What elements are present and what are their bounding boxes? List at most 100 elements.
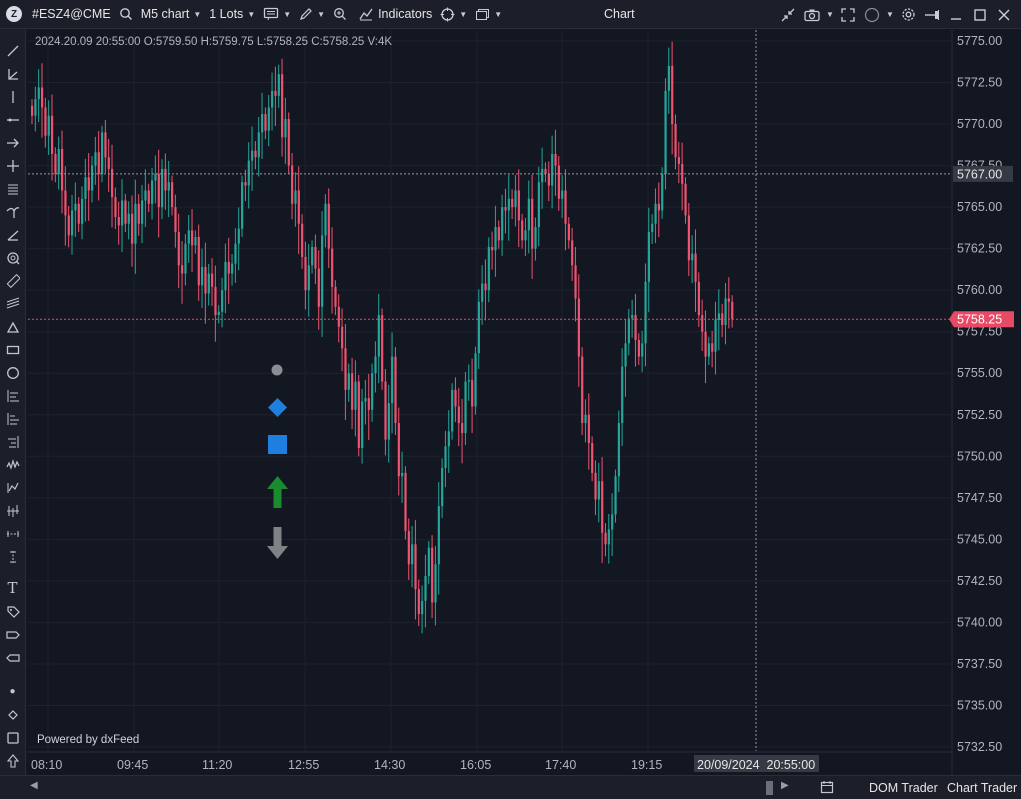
candle-body bbox=[271, 90, 274, 108]
candle-body bbox=[291, 165, 294, 204]
candle-body bbox=[161, 168, 164, 208]
price-tick-label: 5732.50 bbox=[957, 740, 1002, 754]
candle-body bbox=[704, 331, 707, 357]
candle-body bbox=[707, 343, 711, 357]
candle-body bbox=[487, 246, 490, 291]
candle-body bbox=[694, 253, 697, 282]
candle-body bbox=[417, 589, 420, 615]
scrollbar-thumb[interactable] bbox=[766, 781, 773, 795]
candle-body bbox=[334, 286, 337, 307]
candle-body bbox=[207, 273, 210, 294]
candle-body bbox=[607, 529, 610, 545]
candle-body bbox=[41, 87, 44, 108]
candle-body bbox=[117, 217, 120, 226]
candles bbox=[31, 41, 734, 634]
candle-body bbox=[367, 398, 370, 410]
candle-body bbox=[661, 173, 664, 211]
price-tick-label: 5735.00 bbox=[957, 698, 1002, 712]
square-marker[interactable] bbox=[268, 435, 287, 459]
candle-body bbox=[537, 182, 540, 228]
candle-body bbox=[241, 182, 244, 229]
candle-body bbox=[174, 207, 177, 233]
powered-by-label: Powered by dxFeed bbox=[37, 734, 140, 746]
price-tick-label: 5742.50 bbox=[957, 574, 1002, 588]
candle-body bbox=[137, 203, 140, 224]
candle-body bbox=[701, 315, 704, 332]
candle-body bbox=[321, 235, 324, 307]
candle-body bbox=[697, 281, 700, 316]
candle-body bbox=[631, 315, 634, 319]
candle-body bbox=[664, 90, 667, 174]
arrow-down-marker[interactable] bbox=[267, 527, 288, 564]
candle-body bbox=[584, 414, 587, 424]
candle-body bbox=[541, 168, 544, 183]
candle-body bbox=[377, 315, 380, 357]
candle-body bbox=[121, 200, 124, 226]
candle-body bbox=[77, 203, 80, 224]
candle-body bbox=[614, 476, 617, 515]
price-tick-label: 5770.00 bbox=[957, 117, 1002, 131]
candle-body bbox=[414, 544, 417, 590]
candle-body bbox=[264, 114, 267, 131]
candle-body bbox=[344, 348, 347, 390]
candle-body bbox=[617, 423, 620, 477]
candle-body bbox=[97, 152, 100, 174]
candle-body bbox=[311, 246, 314, 266]
candle-body bbox=[407, 531, 410, 565]
candle-body bbox=[191, 230, 194, 246]
candle-body bbox=[394, 356, 397, 424]
dom-trader-button[interactable]: DOM Trader bbox=[869, 781, 938, 795]
price-tick-label: 5775.00 bbox=[957, 34, 1002, 48]
candle-body bbox=[111, 168, 114, 198]
candle-body bbox=[644, 281, 647, 344]
candle-body bbox=[461, 423, 464, 434]
candle-body bbox=[274, 90, 277, 96]
circle-marker[interactable] bbox=[271, 363, 283, 381]
candlestick-chart[interactable]: 5775.005772.505770.005767.505765.005762.… bbox=[0, 0, 1021, 799]
candle-body bbox=[527, 198, 530, 231]
candle-body bbox=[691, 253, 694, 261]
crosshair-time-label: 20/09/2024 20:55:00 bbox=[697, 758, 815, 772]
candle-body bbox=[564, 190, 567, 224]
candle-body bbox=[144, 190, 147, 201]
candle-body bbox=[257, 132, 260, 158]
chart-trader-button[interactable]: Chart Trader bbox=[947, 781, 1017, 795]
candle-body bbox=[124, 200, 127, 224]
scroll-right-icon[interactable]: ▶ bbox=[781, 780, 789, 791]
candle-body bbox=[261, 114, 264, 133]
candle-body bbox=[684, 183, 687, 216]
calendar-icon[interactable] bbox=[820, 780, 834, 797]
candle-body bbox=[621, 366, 624, 424]
diamond-marker[interactable] bbox=[267, 397, 288, 423]
scroll-left-icon[interactable]: ◀ bbox=[30, 780, 38, 791]
candle-body bbox=[147, 190, 150, 204]
candle-body bbox=[371, 373, 374, 410]
candle-body bbox=[434, 564, 437, 603]
candle-body bbox=[464, 381, 467, 434]
candle-body bbox=[454, 389, 457, 407]
candle-body bbox=[574, 265, 577, 299]
candle-body bbox=[254, 150, 257, 158]
candle-body bbox=[47, 115, 50, 136]
candle-body bbox=[154, 173, 157, 181]
arrow-up-marker[interactable] bbox=[267, 476, 288, 513]
candle-body bbox=[81, 198, 84, 224]
candle-body bbox=[107, 157, 110, 169]
candle-body bbox=[531, 198, 534, 249]
candle-body bbox=[481, 283, 484, 302]
candle-body bbox=[211, 273, 214, 287]
candle-body bbox=[544, 168, 547, 174]
price-tick-label: 5747.50 bbox=[957, 491, 1002, 505]
candle-body bbox=[597, 481, 600, 500]
price-tick-label: 5760.00 bbox=[957, 283, 1002, 297]
candle-body bbox=[37, 87, 40, 100]
candle-body bbox=[327, 203, 330, 249]
candle-body bbox=[501, 207, 504, 241]
candle-body bbox=[727, 298, 731, 302]
candle-body bbox=[601, 481, 604, 533]
candle-body bbox=[711, 343, 714, 352]
candle-body bbox=[151, 180, 154, 204]
candle-body bbox=[61, 148, 64, 191]
candle-body bbox=[164, 168, 167, 191]
candle-body bbox=[474, 353, 477, 407]
